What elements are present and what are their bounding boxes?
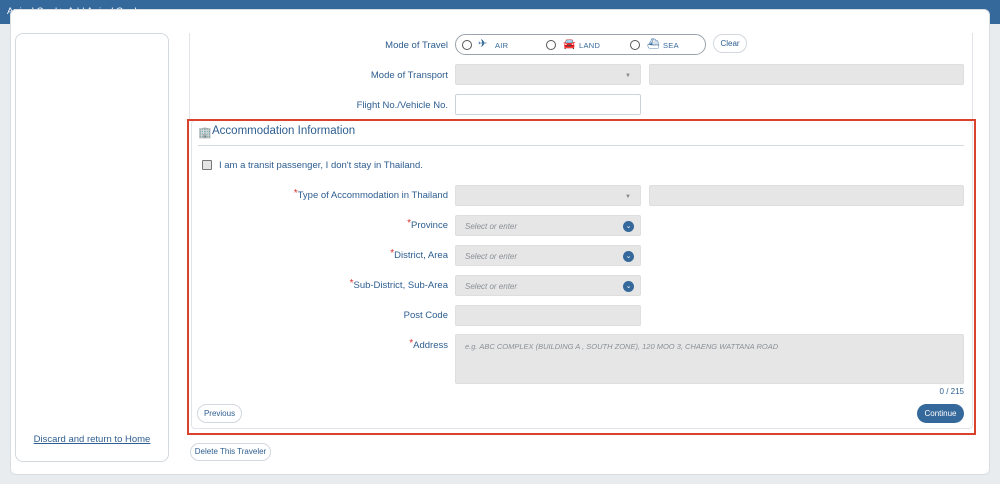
- province-placeholder: Select or enter: [465, 222, 518, 231]
- province-select[interactable]: Select or enter ⌄: [455, 215, 641, 236]
- accommodation-type-other-input[interactable]: [649, 185, 964, 206]
- address-placeholder: e.g. ABC COMPLEX (BUILDING A , SOUTH ZON…: [465, 342, 779, 351]
- section-divider: [198, 145, 964, 146]
- previous-button[interactable]: Previous: [197, 404, 242, 423]
- radio-air[interactable]: [462, 40, 472, 50]
- subdistrict-select[interactable]: Select or enter ⌄: [455, 275, 641, 296]
- radio-sea[interactable]: [630, 40, 640, 50]
- required-mark: *: [349, 278, 354, 289]
- mode-land-label: LAND: [579, 41, 601, 50]
- flight-vehicle-input[interactable]: [455, 94, 641, 115]
- mode-of-travel-radio-group: ✈ AIR 🚘 LAND ⛴ SEA: [455, 34, 706, 55]
- subdistrict-label: *Sub-District, Sub-Area: [349, 278, 448, 291]
- mode-air-label: AIR: [495, 41, 509, 50]
- chevron-down-icon[interactable]: ⌄: [623, 251, 634, 262]
- subdistrict-placeholder: Select or enter: [465, 282, 518, 291]
- district-select[interactable]: Select or enter ⌄: [455, 245, 641, 266]
- building-icon: 🏢: [198, 127, 212, 139]
- postcode-label: Post Code: [403, 310, 448, 321]
- mode-sea-label: SEA: [663, 41, 679, 50]
- mode-of-travel-label: Mode of Travel: [385, 40, 448, 51]
- accommodation-section-title: Accommodation Information: [212, 125, 356, 137]
- sidebar: Discard and return to Home: [15, 33, 169, 462]
- continue-button[interactable]: Continue: [917, 404, 964, 423]
- radio-land[interactable]: [546, 40, 556, 50]
- chevron-down-icon[interactable]: ⌄: [623, 221, 634, 232]
- caret-down-icon: ▼: [625, 194, 631, 200]
- airplane-icon: ✈: [478, 38, 488, 50]
- discard-return-home-link[interactable]: Discard and return to Home: [16, 434, 168, 445]
- address-char-counter: 0 / 215: [939, 387, 964, 396]
- required-mark: *: [293, 188, 298, 199]
- clear-button[interactable]: Clear: [713, 34, 747, 53]
- address-label: *Address: [409, 338, 448, 351]
- district-label: *District, Area: [390, 248, 448, 261]
- transit-passenger-label: I am a transit passenger, I don't stay i…: [219, 160, 423, 171]
- caret-down-icon: ▼: [625, 73, 631, 79]
- accommodation-type-label: *Type of Accommodation in Thailand: [293, 188, 448, 201]
- flight-vehicle-label: Flight No./Vehicle No.: [356, 100, 448, 111]
- ship-icon: ⛴: [647, 39, 660, 50]
- accommodation-type-select[interactable]: ▼: [455, 185, 641, 206]
- address-textarea[interactable]: e.g. ABC COMPLEX (BUILDING A , SOUTH ZON…: [455, 334, 964, 384]
- transit-passenger-checkbox[interactable]: [202, 160, 212, 170]
- mode-of-transport-other-input[interactable]: [649, 64, 964, 85]
- postcode-input[interactable]: [455, 305, 641, 326]
- mode-of-transport-select[interactable]: ▼: [455, 64, 641, 85]
- chevron-down-icon[interactable]: ⌄: [623, 281, 634, 292]
- required-mark: *: [407, 218, 412, 229]
- delete-traveler-button[interactable]: Delete This Traveler: [190, 443, 271, 461]
- province-label: *Province: [407, 218, 448, 231]
- required-mark: *: [409, 338, 414, 349]
- required-mark: *: [390, 248, 395, 259]
- district-placeholder: Select or enter: [465, 252, 518, 261]
- car-icon: 🚘: [563, 39, 576, 50]
- mode-of-transport-label: Mode of Transport: [370, 70, 448, 81]
